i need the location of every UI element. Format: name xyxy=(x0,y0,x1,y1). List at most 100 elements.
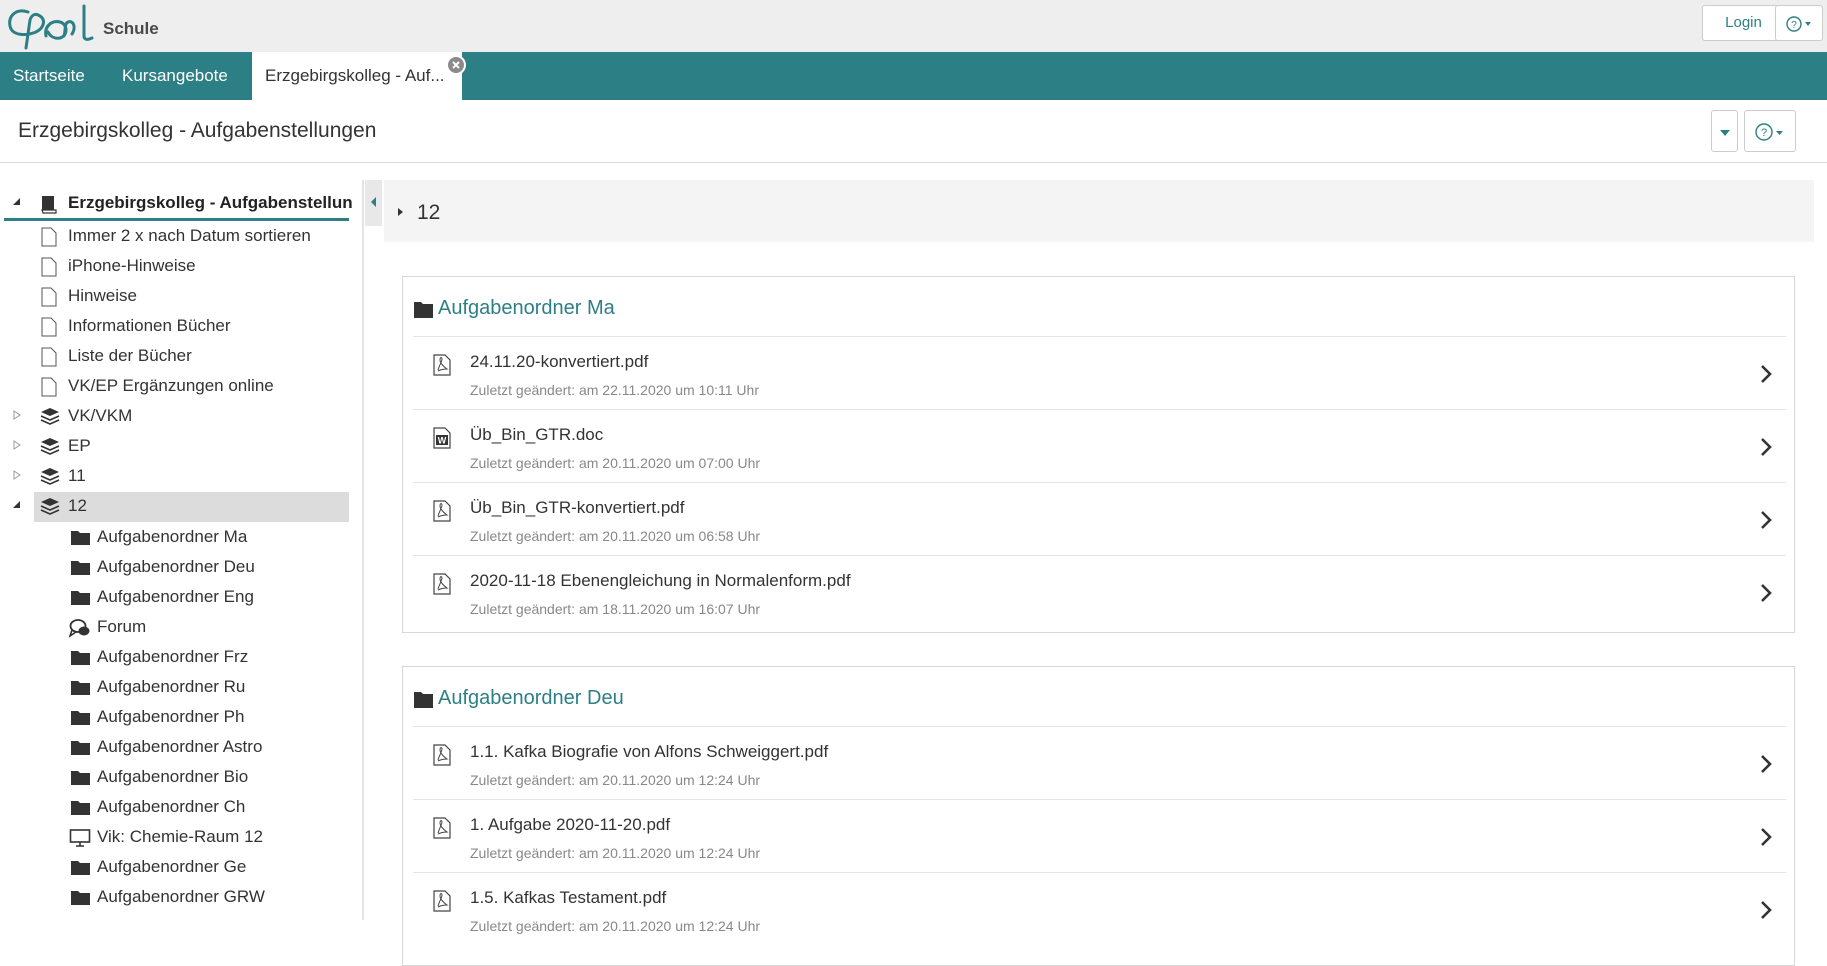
folder-icon xyxy=(414,692,433,708)
file-modified: Zuletzt geändert: am 20.11.2020 um 12:24… xyxy=(470,918,761,934)
tree-expanded-icon[interactable] xyxy=(12,500,22,510)
tree-item[interactable]: Forum xyxy=(0,612,350,642)
tree-item[interactable]: iPhone-Hinweise xyxy=(0,251,350,281)
page-icon xyxy=(41,317,57,337)
file-row[interactable]: 24.11.20-konvertiert.pdf Zuletzt geänder… xyxy=(413,336,1786,410)
tree-item[interactable]: Aufgabenordner Astro xyxy=(0,732,350,762)
tree-item-selected[interactable]: 12 xyxy=(0,491,350,521)
tree-item[interactable]: Hinweise xyxy=(0,281,350,311)
file-modified: Zuletzt geändert: am 20.11.2020 um 12:24… xyxy=(470,845,761,861)
chevron-right-icon[interactable] xyxy=(1760,754,1772,774)
tree-item[interactable]: VK/EP Ergänzungen online xyxy=(0,371,350,401)
tree-collapsed-icon[interactable] xyxy=(12,410,22,420)
tree-item[interactable]: Aufgabenordner Deu xyxy=(0,552,350,582)
tree-item[interactable]: Informationen Bücher xyxy=(0,311,350,341)
tree-root-label: Erzgebirgskolleg - Aufgabenstellun xyxy=(68,193,353,212)
file-name: 1.1. Kafka Biografie von Alfons Schweigg… xyxy=(470,742,829,761)
folder-icon xyxy=(71,771,90,785)
tree-item[interactable]: Liste der Bücher xyxy=(0,341,350,371)
tree-item-label: Aufgabenordner Ch xyxy=(97,797,246,816)
file-row[interactable]: 2020-11-18 Ebenengleichung in Normalenfo… xyxy=(413,555,1786,629)
tree-item-label: Aufgabenordner Deu xyxy=(97,557,255,576)
chevron-right-icon[interactable] xyxy=(1760,510,1772,530)
file-modified: Zuletzt geändert: am 18.11.2020 um 16:07… xyxy=(470,601,761,617)
help-menu-button[interactable]: ? xyxy=(1775,5,1823,41)
folder-icon xyxy=(71,681,90,695)
tree-item-label: Forum xyxy=(97,617,147,636)
tree-item[interactable]: Aufgabenordner Ru xyxy=(0,672,350,702)
pdf-icon xyxy=(433,573,451,595)
tree-item-label: Aufgabenordner Ge xyxy=(97,857,247,876)
file-row[interactable]: 1.1. Kafka Biografie von Alfons Schweigg… xyxy=(413,726,1786,800)
close-tab-button[interactable] xyxy=(446,55,466,75)
layers-icon xyxy=(40,498,60,515)
tree-item[interactable]: Immer 2 x nach Datum sortieren xyxy=(0,221,350,251)
tab-kursangebote[interactable]: Kursangebote xyxy=(122,52,228,100)
monitor-icon xyxy=(69,829,91,847)
file-modified: Zuletzt geändert: am 20.11.2020 um 07:00… xyxy=(470,455,761,471)
tree-collapsed-icon[interactable] xyxy=(12,470,22,480)
tab-startseite[interactable]: Startseite xyxy=(13,52,85,100)
tree-item[interactable]: 11 xyxy=(0,461,350,491)
tree-item[interactable]: Aufgabenordner Eng xyxy=(0,582,350,612)
tree-item[interactable]: Aufgabenordner Ma xyxy=(0,522,350,552)
folder-panel: Aufgabenordner Ma 24.11.20-konvertiert.p… xyxy=(402,276,1795,633)
tree-item-label: 12 xyxy=(68,496,87,515)
file-name: 2020-11-18 Ebenengleichung in Normalenfo… xyxy=(470,571,851,590)
course-options-button[interactable] xyxy=(1711,110,1738,152)
tree-item[interactable]: Aufgabenordner Ch xyxy=(0,792,350,822)
tree-item[interactable]: Aufgabenordner Frz xyxy=(0,642,350,672)
folder-panel: Aufgabenordner Deu 1.1. Kafka Biografie … xyxy=(402,666,1795,966)
tree-item-label: Informationen Bücher xyxy=(68,316,231,335)
tree-item[interactable]: Aufgabenordner GRW xyxy=(0,882,350,912)
file-row[interactable]: W Üb_Bin_GTR.doc Zuletzt geändert: am 20… xyxy=(413,409,1786,483)
chevron-right-icon[interactable] xyxy=(1760,827,1772,847)
file-modified: Zuletzt geändert: am 20.11.2020 um 12:24… xyxy=(470,772,761,788)
svg-text:?: ? xyxy=(1761,127,1767,139)
file-row[interactable]: 1.5. Kafkas Testament.pdf Zuletzt geände… xyxy=(413,872,1786,946)
help-icon: ? xyxy=(1755,123,1783,141)
collapse-sidebar-button[interactable] xyxy=(365,180,382,226)
tree-item-label: Vik: Chemie-Raum 12 xyxy=(97,827,263,846)
page-title: Erzgebirgskolleg - Aufgabenstellungen xyxy=(18,119,377,142)
help-icon: ? xyxy=(1786,16,1811,32)
tree-item[interactable]: Vik: Chemie-Raum 12 xyxy=(0,822,350,852)
tree-item-label: EP xyxy=(68,436,91,455)
folder-icon xyxy=(71,861,90,875)
page-icon xyxy=(41,257,57,277)
tree-item[interactable]: Aufgabenordner Bio xyxy=(0,762,350,792)
pdf-icon xyxy=(433,817,451,839)
layers-icon xyxy=(40,468,60,485)
chevron-right-icon[interactable] xyxy=(1760,437,1772,457)
tree-item-label: Aufgabenordner Astro xyxy=(97,737,263,756)
tree-expanded-icon[interactable] xyxy=(12,197,22,207)
chevron-right-icon[interactable] xyxy=(1760,364,1772,384)
chevron-right-icon[interactable] xyxy=(1760,583,1772,603)
login-button[interactable]: Login xyxy=(1702,5,1785,41)
tree-item[interactable]: VK/VKM xyxy=(0,401,350,431)
folder-icon xyxy=(71,741,90,755)
tree-item-label: Aufgabenordner GRW xyxy=(97,887,265,906)
folder-icon xyxy=(71,801,90,815)
tree-root[interactable]: Erzgebirgskolleg - Aufgabenstellun xyxy=(0,188,353,218)
file-name: 1. Aufgabe 2020-11-20.pdf xyxy=(470,815,671,834)
course-help-button[interactable]: ? xyxy=(1744,110,1796,152)
file-row[interactable]: 1. Aufgabe 2020-11-20.pdf Zuletzt geände… xyxy=(413,799,1786,873)
file-row[interactable]: Üb_Bin_GTR-konvertiert.pdf Zuletzt geänd… xyxy=(413,482,1786,556)
tree-item[interactable]: EP xyxy=(0,431,350,461)
tree-item-label: Aufgabenordner Ru xyxy=(97,677,246,696)
section-header[interactable]: 12 xyxy=(384,180,1814,242)
page-icon xyxy=(41,227,57,247)
chevron-right-icon[interactable] xyxy=(1760,900,1772,920)
tree-collapsed-icon[interactable] xyxy=(12,440,22,450)
folder-icon xyxy=(71,591,90,605)
tree-item[interactable]: Aufgabenordner Ph xyxy=(0,702,350,732)
folder-icon xyxy=(71,561,90,575)
tree-item[interactable]: Aufgabenordner Ge xyxy=(0,852,350,882)
folder-panel-title: Aufgabenordner Ma xyxy=(438,297,615,319)
tab-course[interactable]: Erzgebirgskolleg - Auf... xyxy=(252,52,462,100)
page-icon xyxy=(41,287,57,307)
caret-down-icon xyxy=(1720,130,1730,136)
opal-logo[interactable] xyxy=(6,2,102,50)
file-modified: Zuletzt geändert: am 20.11.2020 um 06:58… xyxy=(470,528,761,544)
